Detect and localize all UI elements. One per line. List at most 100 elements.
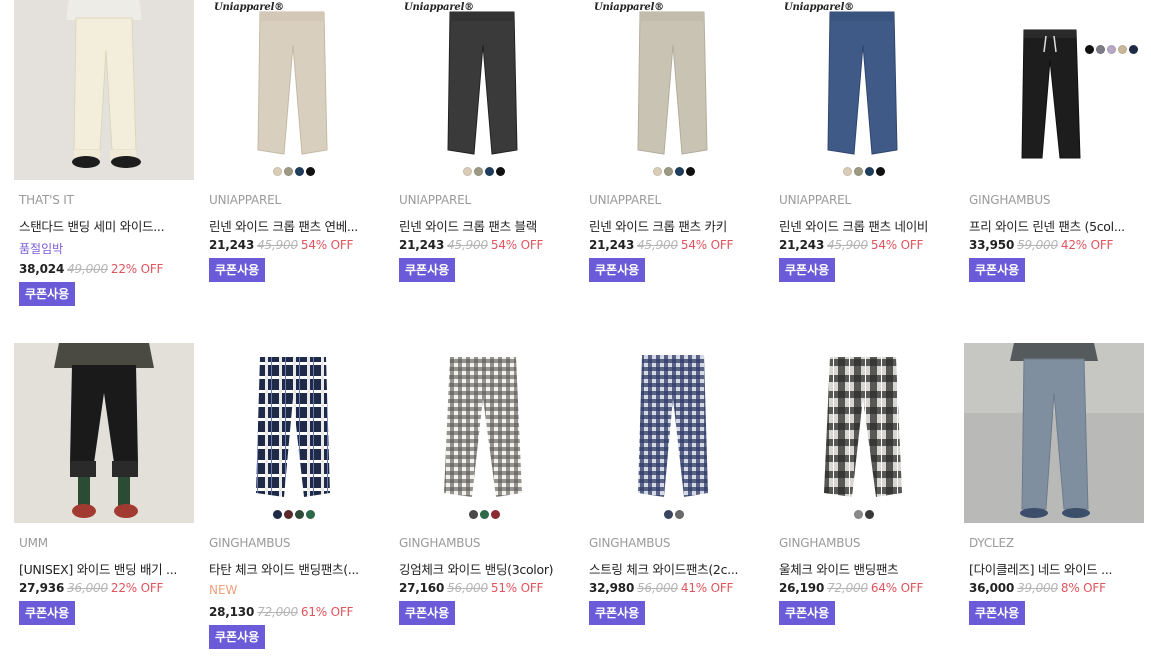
product-image[interactable] [14,343,194,523]
price-row: 21,243 45,900 54% OFF [779,238,923,252]
product-name[interactable]: 린넨 와이드 크롭 팬츠 네이비 [779,216,949,235]
product-card[interactable]: THAT'S IT 스탠다드 밴딩 세미 와이드... 품절임박 38,024 4… [14,0,194,306]
product-image[interactable]: Uniapparel® [774,0,954,180]
product-image[interactable] [584,343,764,523]
color-swatch-icon [295,510,304,519]
sale-price: 21,243 [589,238,635,252]
product-name[interactable]: [다이클레즈] 네드 와이드 ... [969,559,1139,578]
product-card[interactable]: Uniapparel® UNIAPPAREL 린넨 와이드 크롭 팬츠 블랙 2… [394,0,574,282]
product-brand[interactable]: GINGHAMBUS [779,536,861,550]
product-brand[interactable]: GINGHAMBUS [209,536,291,550]
discount-rate: 22% OFF [110,581,164,595]
original-price: 36,000 [67,581,108,595]
color-swatch-icon [284,167,293,176]
color-swatch-icon [843,167,852,176]
product-image[interactable] [204,343,384,523]
original-price: 45,900 [637,238,678,252]
sale-price: 28,130 [209,605,255,619]
product-brand[interactable]: GINGHAMBUS [399,536,481,550]
coupon-button[interactable]: 쿠폰사용 [589,258,646,282]
product-name[interactable]: 깅엄체크 와이드 밴딩(3color) [399,559,569,578]
coupon-button[interactable]: 쿠폰사용 [209,258,266,282]
product-card[interactable]: Uniapparel® UNIAPPAREL 린넨 와이드 크롭 팬츠 네이비 … [774,0,954,282]
product-brand[interactable]: UNIAPPAREL [779,193,851,207]
product-image[interactable] [964,343,1144,523]
product-name[interactable]: 타탄 체크 와이드 밴딩팬츠(... [209,559,379,578]
product-card[interactable]: GINGHAMBUS 타탄 체크 와이드 밴딩팬츠(... NEW 28,130… [204,343,384,649]
brand-logo: Uniapparel® [214,2,284,13]
product-brand[interactable]: UNIAPPAREL [209,193,281,207]
color-swatch-icon [485,167,494,176]
product-brand[interactable]: UNIAPPAREL [589,193,661,207]
product-image[interactable] [14,0,194,180]
product-card[interactable]: DYCLEZ [다이클레즈] 네드 와이드 ... 36,000 39,000 8%… [964,343,1144,625]
color-swatch-icon [1085,45,1094,54]
original-price: 56,000 [447,581,488,595]
price-row: 21,243 45,900 54% OFF [589,238,733,252]
price-row: 28,130 72,000 61% OFF [209,605,353,619]
coupon-button[interactable]: 쿠폰사용 [399,258,456,282]
coupon-button[interactable]: 쿠폰사용 [969,601,1026,625]
product-name[interactable]: 프리 와이드 린넨 팬츠 (5col... [969,216,1139,235]
product-brand[interactable]: GINGHAMBUS [589,536,671,550]
product-name[interactable]: 스트링 체크 와이드팬츠(2c... [589,559,759,578]
price-row: 33,950 59,000 42% OFF [969,238,1113,252]
color-swatches [774,167,954,176]
product-name[interactable]: 린넨 와이드 크롭 팬츠 블랙 [399,216,569,235]
product-image[interactable]: Uniapparel® [394,0,574,180]
product-image[interactable] [394,343,574,523]
coupon-button[interactable]: 쿠폰사용 [779,258,836,282]
color-swatch-icon [306,510,315,519]
coupon-button[interactable]: 쿠폰사용 [399,601,456,625]
color-swatch-icon [273,510,282,519]
product-name[interactable]: 스탠다드 밴딩 세미 와이드... [19,216,189,235]
product-card[interactable]: Uniapparel® UNIAPPAREL 린넨 와이드 크롭 팬츠 연베..… [204,0,384,282]
original-price: 45,900 [257,238,298,252]
product-brand[interactable]: GINGHAMBUS [969,193,1051,207]
product-name[interactable]: 린넨 와이드 크롭 팬츠 카키 [589,216,759,235]
coupon-button[interactable]: 쿠폰사용 [589,601,646,625]
product-brand[interactable]: UMM [19,536,48,550]
soldout-tag: 품절임박 [19,242,64,256]
product-card[interactable]: Uniapparel® UNIAPPAREL 린넨 와이드 크롭 팬츠 카키 2… [584,0,764,282]
sale-price: 38,024 [19,262,65,276]
discount-rate: 8% OFF [1060,581,1106,595]
product-image[interactable] [774,343,954,523]
product-image[interactable]: Uniapparel® [584,0,764,180]
color-swatches [774,510,954,519]
coupon-button[interactable]: 쿠폰사용 [19,601,76,625]
product-brand[interactable]: UNIAPPAREL [399,193,471,207]
product-name[interactable]: 린넨 와이드 크롭 팬츠 연베... [209,216,379,235]
discount-rate: 42% OFF [1060,238,1114,252]
color-swatch-icon [1096,45,1105,54]
discount-rate: 22% OFF [110,262,164,276]
color-swatch-icon [306,167,315,176]
product-brand[interactable]: THAT'S IT [19,193,74,207]
color-swatch-icon [854,167,863,176]
product-name[interactable]: [UNISEX] 와이드 밴딩 배기 ... [19,559,189,578]
color-swatch-icon [664,167,673,176]
new-tag: NEW [209,583,238,597]
coupon-button[interactable]: 쿠폰사용 [779,601,836,625]
coupon-button[interactable]: 쿠폰사용 [969,258,1026,282]
product-card[interactable]: UMM [UNISEX] 와이드 밴딩 배기 ... 27,936 36,000 2… [14,343,194,625]
color-swatch-icon [686,167,695,176]
product-card[interactable]: GINGHAMBUS 깅엄체크 와이드 밴딩(3color) 27,160 56,… [394,343,574,625]
coupon-button[interactable]: 쿠폰사용 [19,282,76,306]
product-image[interactable]: Uniapparel® [204,0,384,180]
color-swatch-icon [876,167,885,176]
color-swatch-icon [474,167,483,176]
color-swatch-icon [496,167,505,176]
discount-rate: 64% OFF [870,581,924,595]
discount-rate: 41% OFF [680,581,734,595]
product-brand[interactable]: DYCLEZ [969,536,1014,550]
color-swatches [394,167,574,176]
product-card[interactable]: GINGHAMBUS 프리 와이드 린넨 팬츠 (5col... 33,950 5… [964,0,1144,282]
coupon-button[interactable]: 쿠폰사용 [209,625,266,649]
product-card[interactable]: GINGHAMBUS 울체크 와이드 밴딩팬츠 26,190 72,000 64% … [774,343,954,625]
product-name[interactable]: 울체크 와이드 밴딩팬츠 [779,559,949,578]
original-price: 72,000 [827,581,868,595]
discount-rate: 61% OFF [300,605,354,619]
product-image[interactable] [964,0,1144,180]
product-card[interactable]: GINGHAMBUS 스트링 체크 와이드팬츠(2c... 32,980 56,0… [584,343,764,625]
